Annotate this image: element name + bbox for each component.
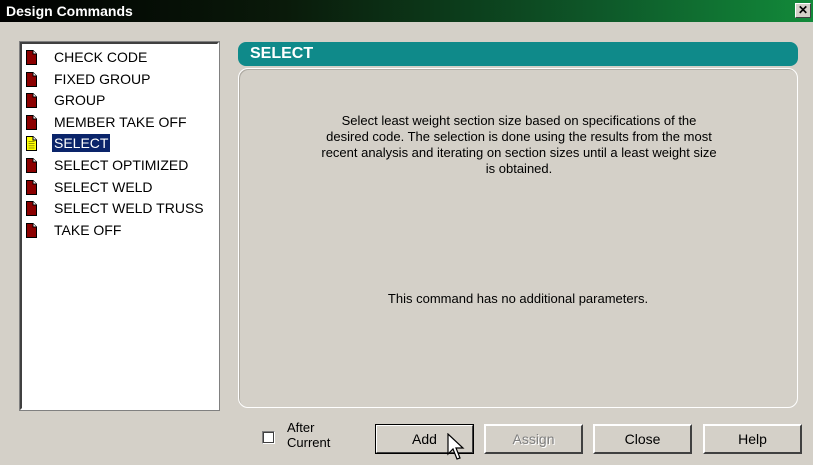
document-icon (26, 179, 37, 195)
close-button[interactable]: Close (593, 424, 692, 454)
command-item-select-optimized[interactable]: SELECT OPTIMIZED (22, 155, 217, 177)
command-item-select[interactable]: SELECT (22, 133, 217, 155)
after-current-label: After Current (287, 420, 347, 450)
command-item-group[interactable]: GROUP (22, 90, 217, 112)
command-item-label: CHECK CODE (54, 49, 148, 65)
command-item-member-take-off[interactable]: MEMBER TAKE OFF (22, 112, 217, 134)
command-item-select-weld[interactable]: SELECT WELD (22, 177, 217, 199)
command-item-label: SELECT (52, 134, 111, 153)
command-details-panel: Select least weight section size based o… (238, 68, 798, 408)
document-icon (26, 71, 37, 87)
command-listbox[interactable]: CHECK CODE FIXED GROUP GROUP MEMBER TAKE OF… (19, 41, 220, 411)
window-title: Design Commands (6, 3, 133, 19)
command-description: Select least weight section size based o… (321, 113, 717, 176)
command-item-check-code[interactable]: CHECK CODE (22, 47, 217, 69)
document-icon (26, 93, 37, 109)
document-icon (26, 114, 37, 130)
command-item-fixed-group[interactable]: FIXED GROUP (22, 69, 217, 91)
command-item-take-off[interactable]: TAKE OFF (22, 220, 217, 242)
document-icon (26, 50, 37, 65)
design-commands-dialog: Design Commands ✕ CHECK CODE FIXED GROUP G… (0, 0, 813, 465)
command-list: CHECK CODE FIXED GROUP GROUP MEMBER TAKE OF… (22, 44, 217, 241)
document-yellow-icon (26, 136, 37, 152)
command-item-label: GROUP (54, 92, 106, 109)
title-bar[interactable]: Design Commands ✕ (0, 0, 813, 22)
command-item-select-weld-truss[interactable]: SELECT WELD TRUSS (22, 198, 217, 220)
no-params-message: This command has no additional parameter… (387, 291, 649, 306)
command-item-label: MEMBER TAKE OFF (54, 113, 187, 130)
help-button[interactable]: Help (703, 424, 802, 454)
document-icon (26, 201, 37, 217)
after-current-label-line2: Current (287, 435, 331, 450)
panel-header: SELECT (238, 42, 798, 66)
command-item-label: SELECT OPTIMIZED (54, 156, 189, 173)
panel-title: SELECT (250, 45, 314, 62)
document-icon (26, 222, 37, 238)
close-window-button[interactable]: ✕ (795, 3, 811, 18)
command-item-label: SELECT WELD (54, 178, 153, 195)
command-item-label: SELECT WELD TRUSS (54, 200, 204, 217)
after-current-label-line1: After (287, 420, 315, 435)
after-current-checkbox[interactable] (262, 431, 275, 444)
mouse-pointer-icon (447, 433, 465, 460)
document-icon (26, 157, 37, 173)
command-item-label: FIXED GROUP (54, 70, 151, 87)
assign-button[interactable]: Assign (484, 424, 583, 454)
command-item-label: TAKE OFF (54, 221, 122, 238)
after-current-option[interactable]: After Current (262, 420, 352, 458)
